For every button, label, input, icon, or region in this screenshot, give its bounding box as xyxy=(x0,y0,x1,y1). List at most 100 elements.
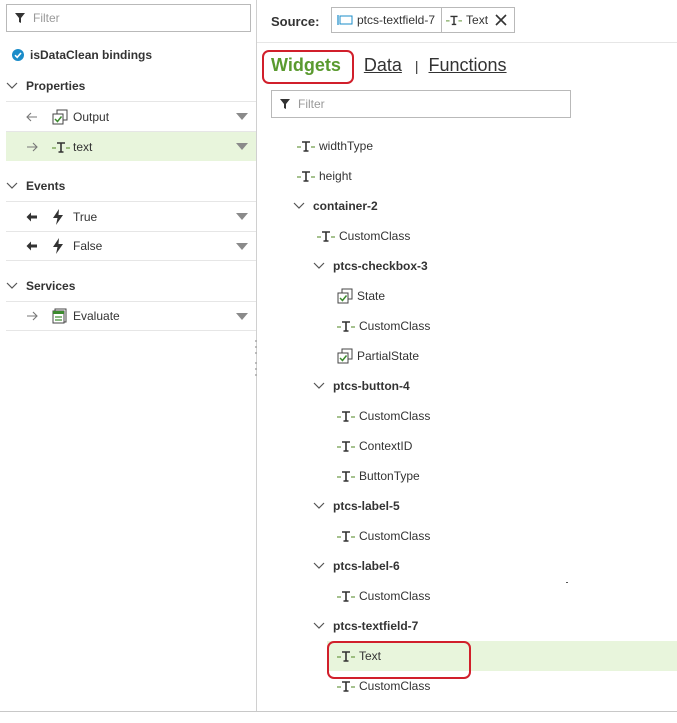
tree-label: ContextID xyxy=(359,439,413,453)
section-events[interactable]: Events xyxy=(6,179,65,193)
tree-property-row[interactable]: CustomClass xyxy=(337,586,430,606)
tree-group-row[interactable]: ptcs-label-6 xyxy=(313,556,400,576)
binding-row-true[interactable]: True xyxy=(6,201,256,231)
tree-label: ButtonType xyxy=(359,469,420,483)
text-type-icon xyxy=(337,680,355,692)
highlight-box-text-row xyxy=(327,641,471,679)
binding-label: True xyxy=(73,209,98,224)
tree-group-row[interactable]: ptcs-checkbox-3 xyxy=(313,256,428,276)
tree-property-row[interactable]: PartialState xyxy=(337,346,419,366)
tree-label: ptcs-button-4 xyxy=(333,379,410,393)
tree-property-row[interactable]: ContextID xyxy=(337,436,412,456)
chevron-down-icon xyxy=(6,180,20,192)
dropdown-arrow-icon[interactable] xyxy=(236,243,248,250)
widgets-filter-input[interactable]: Filter xyxy=(271,90,571,118)
tree-label: CustomClass xyxy=(359,679,431,693)
chevron-down-icon xyxy=(313,622,329,630)
filter-icon xyxy=(280,99,290,109)
binding-label: False xyxy=(73,239,103,253)
check-circle-icon xyxy=(12,49,24,61)
arrow-left-solid-icon xyxy=(26,241,46,251)
text-type-icon xyxy=(337,470,355,482)
tree-group-row[interactable]: ptcs-button-4 xyxy=(313,376,410,396)
stray-mark xyxy=(566,582,568,583)
boolean-icon xyxy=(337,348,353,364)
text-type-icon xyxy=(446,14,462,26)
section-services-label: Services xyxy=(26,279,76,293)
text-type-icon xyxy=(337,410,355,422)
arrow-right-outline-icon xyxy=(26,311,46,321)
text-type-icon xyxy=(337,320,355,332)
source-widget-name: ptcs-textfield-7 xyxy=(357,13,436,27)
tree-group-row[interactable]: ptcs-label-5 xyxy=(313,496,400,516)
tree-property-row[interactable]: CustomClass xyxy=(337,676,430,696)
lightning-icon xyxy=(52,238,70,254)
text-type-icon xyxy=(337,530,355,542)
highlight-box-widgets-tab xyxy=(262,50,354,84)
chevron-down-icon xyxy=(313,382,329,390)
splitter-handle[interactable] xyxy=(254,338,258,378)
arrow-left-solid-icon xyxy=(26,212,46,222)
source-selector[interactable]: ptcs-textfield-7 Text xyxy=(331,7,515,33)
boolean-icon xyxy=(337,288,353,304)
bindings-title: isDataClean bindings xyxy=(12,48,152,62)
source-property-name: Text xyxy=(466,13,489,27)
lightning-icon xyxy=(52,208,70,225)
arrow-right-outline-icon xyxy=(26,142,46,152)
binding-row-output[interactable]: Output xyxy=(6,101,256,131)
tree-property-row[interactable]: ButtonType xyxy=(337,466,420,486)
tree-label: ptcs-label-5 xyxy=(333,499,400,513)
widget-icon xyxy=(337,14,353,26)
tree-property-row[interactable]: widthType xyxy=(297,136,373,156)
tree-group-row[interactable]: ptcs-textfield-7 xyxy=(313,616,418,636)
tree-label: CustomClass xyxy=(359,319,431,333)
tree-property-row[interactable]: State xyxy=(337,286,385,306)
tree-property-row[interactable]: CustomClass xyxy=(337,406,430,426)
chevron-down-icon xyxy=(313,262,329,270)
tree-label: CustomClass xyxy=(359,589,431,603)
tree-label: ptcs-textfield-7 xyxy=(333,619,419,633)
service-icon xyxy=(52,308,70,324)
section-properties[interactable]: Properties xyxy=(6,79,85,93)
binding-row-false[interactable]: False xyxy=(6,231,256,261)
binding-row-text[interactable]: text xyxy=(6,131,256,161)
widgets-filter-placeholder: Filter xyxy=(298,97,325,111)
dropdown-arrow-icon[interactable] xyxy=(236,313,248,320)
bottom-border xyxy=(0,711,677,712)
text-type-icon xyxy=(297,170,315,182)
binding-row-evaluate[interactable]: Evaluate xyxy=(6,301,256,331)
left-filter-input[interactable]: Filter xyxy=(6,4,251,32)
tree-label: CustomClass xyxy=(339,229,411,243)
tree-property-row[interactable]: CustomClass xyxy=(317,226,410,246)
tree-label: ptcs-checkbox-3 xyxy=(333,259,428,273)
tree-property-row[interactable]: height xyxy=(297,166,352,186)
section-events-label: Events xyxy=(26,179,66,193)
tree-label: ptcs-label-6 xyxy=(333,559,400,573)
dropdown-arrow-icon[interactable] xyxy=(236,113,248,120)
tab-separator: | xyxy=(414,58,419,74)
tree-property-row[interactable]: CustomClass xyxy=(337,526,430,546)
tree-label: State xyxy=(357,289,386,303)
text-type-icon xyxy=(317,230,335,242)
binding-label: text xyxy=(73,139,93,154)
close-icon[interactable] xyxy=(495,14,507,26)
section-properties-label: Properties xyxy=(26,79,86,93)
text-type-icon xyxy=(52,141,70,153)
chevron-down-icon xyxy=(313,502,329,510)
tree-property-row[interactable]: CustomClass xyxy=(337,316,430,336)
tree-label: container-2 xyxy=(313,199,378,213)
tree-label: CustomClass xyxy=(359,529,431,543)
section-services[interactable]: Services xyxy=(6,279,75,293)
tree-label: PartialState xyxy=(357,349,420,363)
text-type-icon xyxy=(337,590,355,602)
bindings-panel: Filter isDataClean bindings Properties O… xyxy=(0,0,257,712)
tree-group-row[interactable]: container-2 xyxy=(293,196,378,216)
source-label: Source: xyxy=(271,14,320,29)
dropdown-arrow-icon[interactable] xyxy=(236,143,248,150)
source-divider xyxy=(441,8,443,32)
tab-data[interactable]: Data xyxy=(364,55,402,76)
binding-label: Evaluate xyxy=(73,309,120,323)
bindings-title-text: isDataClean bindings xyxy=(30,48,153,62)
dropdown-arrow-icon[interactable] xyxy=(236,213,248,220)
tab-functions[interactable]: Functions xyxy=(429,55,507,76)
